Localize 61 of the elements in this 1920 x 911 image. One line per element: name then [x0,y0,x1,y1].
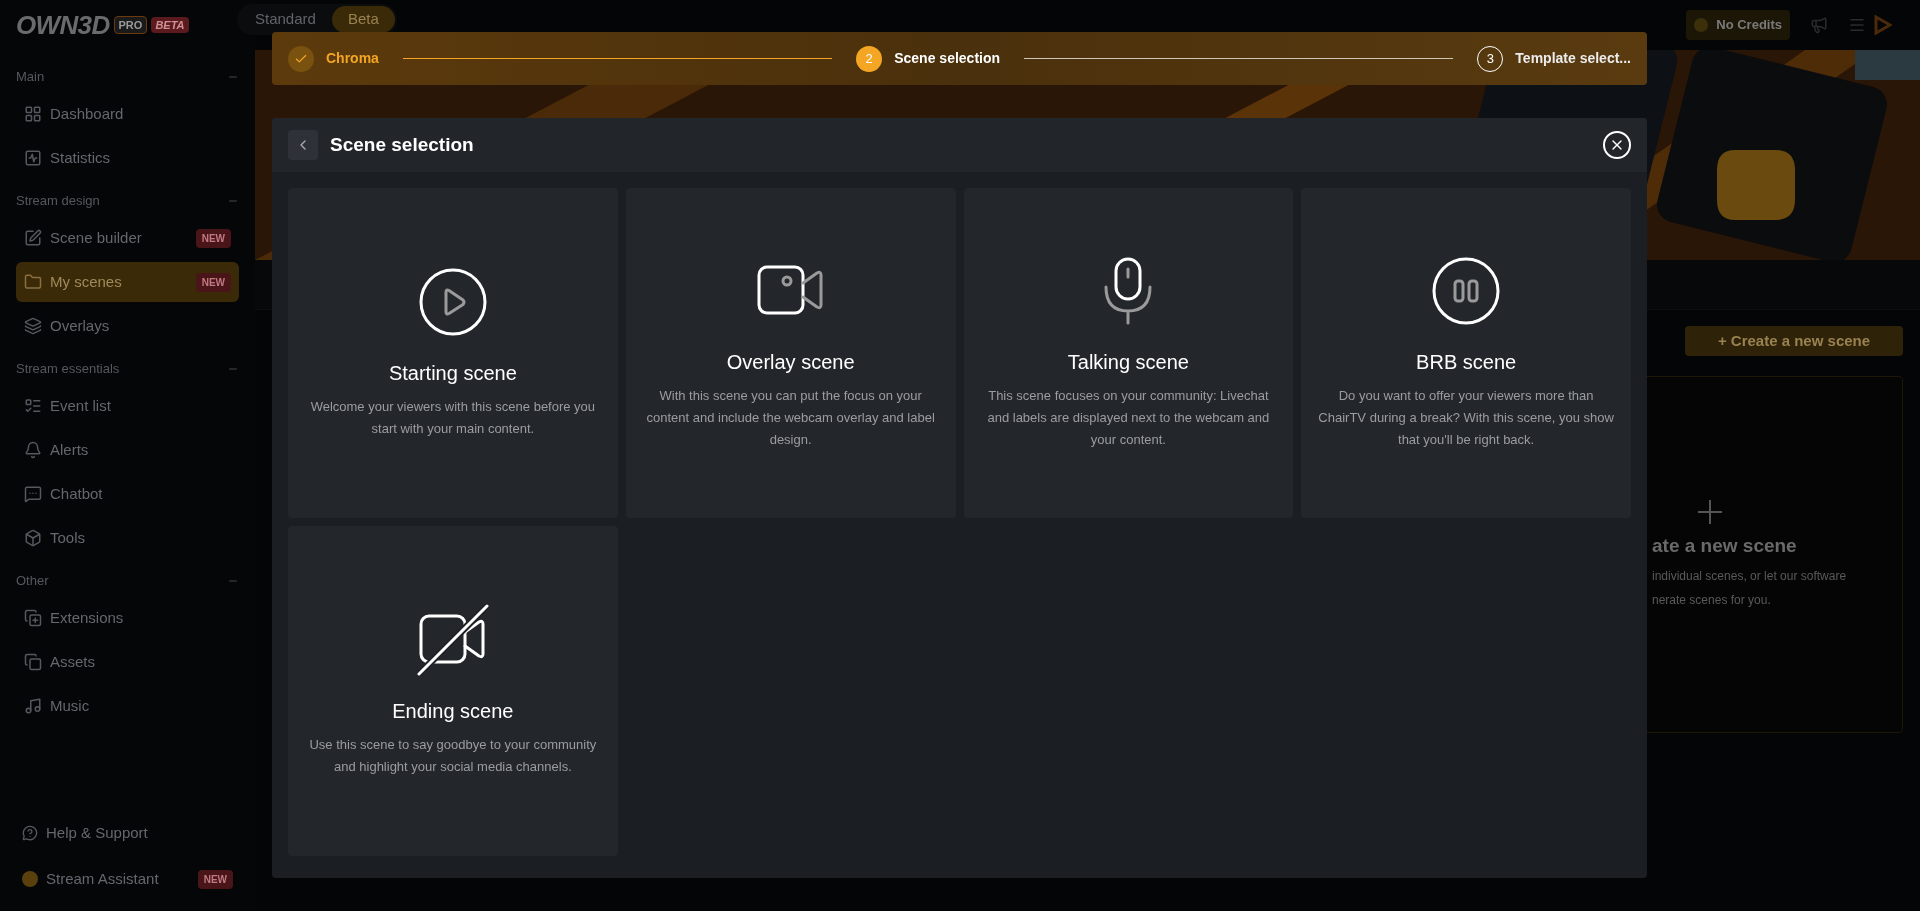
scene-title: BRB scene [1416,350,1517,375]
step-number: 2 [856,45,883,72]
megaphone-icon[interactable] [1810,16,1828,34]
sidebar-item[interactable]: Alerts [16,430,239,470]
step-label: Scene selection [894,49,1001,68]
scene-description: Welcome your viewers with this scene before you start with your main content. [309,398,597,438]
plus-icon [1698,500,1722,525]
sidebar-item[interactable]: Scene builder NEW [16,218,239,258]
scene-title: Ending scene [392,699,514,724]
sidebar-item[interactable]: Overlays [16,306,239,346]
scene-card[interactable]: Ending scene Use this scene to say goodbye to your community and highlight your social media channels. [288,526,618,856]
sidebar-item[interactable]: Stream Assistant NEW [16,857,239,901]
sidebar-item[interactable]: My scenes NEW [16,262,239,302]
scene-card[interactable]: Overlay scene With this scene you can put the focus on your content and include the webcam overlay and label design. [625,188,956,518]
logo: OWN3D [16,8,110,42]
new-badge: NEW [195,272,231,292]
card-title: ate a new scene [1652,534,1797,559]
assistant-avatar-icon [22,871,38,887]
credits-button[interactable]: No Credits [1686,10,1790,40]
help-icon [22,825,38,841]
scene-card[interactable]: BRB scene Do you want to offer your viewers more than ChairTV during a break? With this scene, you show that you'll be right back. [1301,188,1631,518]
scene-card[interactable]: Talking scene This scene focuses on your community: Livechat and labels are displayed next to the webcam and your content. [963,188,1294,518]
section-title: Main [16,68,45,87]
video-off-icon [416,604,489,676]
scene-description: This scene focuses on your community: Livechat and labels are displayed next to the webcam and your content. [986,387,1271,449]
sidebar-item[interactable]: Tools [16,518,239,558]
pro-badge: PRO [113,15,148,35]
section-title: Other [16,572,49,591]
scene-description: Use this scene to say goodbye to your community and highlight your social media channels. [308,736,598,776]
scene-title: Starting scene [388,361,517,386]
scene-card[interactable]: Starting scene Welcome your viewers with this scene before you start with your main content. [288,188,618,518]
sidebar-item[interactable]: Chatbot [16,474,239,514]
card-text: nerate scenes for you. [1652,591,1771,609]
new-badge: NEW [195,228,231,248]
play-logo-icon [1874,15,1892,35]
new-badge: NEW [197,869,233,889]
step-label: Chroma [326,49,379,68]
back-button[interactable] [288,130,318,160]
coin-icon [1694,18,1709,32]
section-title: Stream design [16,192,100,211]
sidebar-item[interactable]: Event list [16,386,239,426]
sidebar-item[interactable]: Extensions [16,598,239,638]
scene-description: With this scene you can put the focus on your content and include the webcam overlay and label design. [645,387,936,449]
step-label: Template select... [1515,49,1631,68]
sidebar-item[interactable]: Assets [16,642,239,682]
mode-tab[interactable]: Standard [239,6,332,33]
card-text: individual scenes, or let our software [1652,567,1847,585]
sidebar-item[interactable]: Help & Support [16,811,239,855]
close-button[interactable] [1603,131,1631,159]
scene-title: Overlay scene [726,350,855,375]
create-scene-button[interactable]: + Create a new scene [1685,326,1903,356]
sidebar-item[interactable]: Dashboard [16,94,239,134]
beta-badge: BETA [151,16,189,34]
menu-icon[interactable] [1848,16,1866,34]
scene-description: Do you want to offer your viewers more than ChairTV during a break? With this scene, you show that you'll be right back. [1317,387,1615,449]
scene-title: Talking scene [1067,350,1189,375]
mode-tab[interactable]: Beta [331,6,395,33]
dialog-title: Scene selection [330,132,474,157]
sidebar-item[interactable]: Music [16,686,239,726]
sidebar-item[interactable]: Statistics [16,138,239,178]
section-title: Stream essentials [16,360,120,379]
